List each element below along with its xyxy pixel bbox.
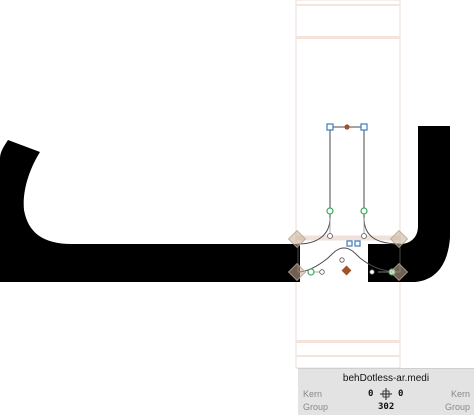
node-square-mid-left [346,240,353,247]
node-square-top-left [326,123,334,131]
handle-left [327,233,333,239]
handle-right [361,233,367,239]
node-curve-left [326,207,334,215]
handle-mid [339,257,345,263]
group-row: Group 302 Group [298,402,474,414]
kern-link-icon[interactable] [378,387,394,401]
left-glyph-shape [0,140,300,282]
group-right-label: Group [444,402,470,412]
kern-row: Kern 0 0 Kern [298,387,474,401]
group-label: Group [303,402,329,412]
anchor-bottom [341,265,352,276]
node-bottom-green-l [307,268,315,276]
kern-right-label: Kern [450,389,470,399]
glyph-width-value[interactable]: 302 [378,402,394,412]
glyph-name[interactable]: behDotless-ar.medi [298,373,474,384]
node-curve-right [360,207,368,215]
kern-left-value[interactable]: 0 [368,389,373,399]
handle-bottom-r [369,269,375,275]
handle-bottom-l [319,269,325,275]
node-square-mid-right [354,240,361,247]
right-glyph-shape [368,126,450,282]
metric-lines [295,0,401,369]
glyph-edit-canvas[interactable] [0,0,474,414]
anchor-top [344,124,350,130]
kern-label: Kern [303,389,323,399]
kern-right-value[interactable]: 0 [398,389,403,399]
glyph-info-panel: behDotless-ar.medi Kern 0 0 Kern Group 3… [298,368,474,415]
node-square-top-right [360,123,368,131]
glyph-view[interactable] [0,0,474,414]
